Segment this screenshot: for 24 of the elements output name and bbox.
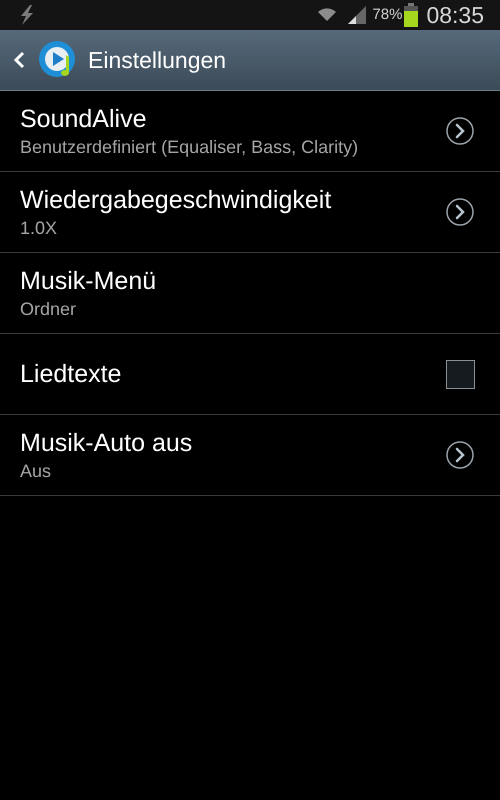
settings-item[interactable]: Musik-Auto aus Aus: [0, 415, 500, 496]
setting-value: Benutzerdefiniert (Equaliser, Bass, Clarity): [20, 136, 360, 159]
setting-title: Musik-Auto aus: [20, 428, 194, 459]
chevron-circle-icon: [445, 116, 475, 146]
setting-title: Wiedergabegeschwindigkeit: [20, 185, 332, 216]
back-icon[interactable]: [12, 50, 26, 70]
settings-item[interactable]: Liedtexte: [0, 334, 500, 415]
checkbox[interactable]: [446, 360, 475, 388]
setting-title: SoundAlive: [20, 104, 148, 135]
setting-title: Liedtexte: [20, 359, 122, 390]
settings-item[interactable]: SoundAlive Benutzerdefiniert (Equaliser, Bass, Clarity): [0, 91, 500, 172]
setting-title: Musik-Menü: [20, 266, 158, 297]
settings-item[interactable]: Musik-Menü Ordner: [0, 253, 500, 334]
battery-icon: [404, 3, 418, 27]
screen-title: Einstellungen: [88, 46, 226, 75]
chevron-circle-icon: [445, 197, 475, 227]
chevron-circle-icon: [445, 440, 475, 470]
setting-value: Ordner: [20, 298, 78, 321]
battery-percentage: 78%: [372, 4, 402, 25]
setting-value: 1.0X: [20, 217, 58, 240]
setting-value: Aus: [20, 460, 52, 483]
signal-icon: [346, 4, 368, 26]
clock: 08:35: [426, 0, 484, 30]
settings-item[interactable]: Wiedergabegeschwindigkeit 1.0X: [0, 172, 500, 253]
